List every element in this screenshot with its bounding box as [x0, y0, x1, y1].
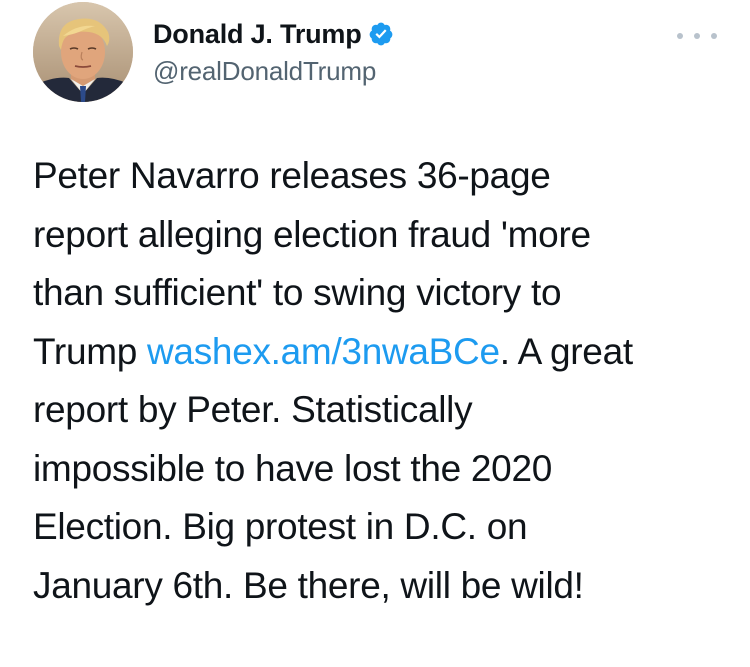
verified-badge-icon	[369, 22, 392, 46]
tweet-text-line: than sufficient' to swing victory to	[33, 272, 562, 313]
author-display-name[interactable]: Donald J. Trump	[153, 19, 362, 50]
tweet-card: Donald J. Trump @realDonaldTrump Peter N…	[0, 0, 750, 667]
tweet-link[interactable]: washex.am/3nwaBCe	[147, 331, 500, 372]
more-options-icon[interactable]	[677, 24, 717, 48]
tweet-text-line: impossible to have lost the 2020	[33, 447, 553, 489]
author-block: Donald J. Trump @realDonaldTrump	[153, 16, 394, 87]
tweet-text-line: report alleging election fraud 'more	[33, 213, 591, 255]
author-name-row: Donald J. Trump	[153, 16, 394, 52]
tweet-text-segment: Trump	[33, 330, 148, 372]
tweet-text-line: Peter Navarro releases 36-page	[33, 155, 551, 196]
more-dot-icon	[677, 33, 683, 39]
more-dot-icon	[694, 33, 700, 39]
avatar-image	[33, 2, 133, 102]
tweet-text-line: Election. Big protest in D.C. on	[33, 506, 528, 547]
tweet-text-segment: . A great	[499, 330, 633, 372]
tweet-text-line-with-link: Trump washex.am/3nwaBCe. A great	[33, 323, 733, 382]
tweet-text-line: report by Peter. Statistically	[33, 389, 473, 430]
tweet-text-line: January 6th. Be there, will be wild!	[33, 564, 584, 606]
more-dot-icon	[711, 33, 717, 39]
tweet-text: Peter Navarro releases 36-page report al…	[33, 147, 733, 615]
avatar[interactable]	[33, 2, 133, 102]
author-handle[interactable]: @realDonaldTrump	[153, 56, 394, 87]
